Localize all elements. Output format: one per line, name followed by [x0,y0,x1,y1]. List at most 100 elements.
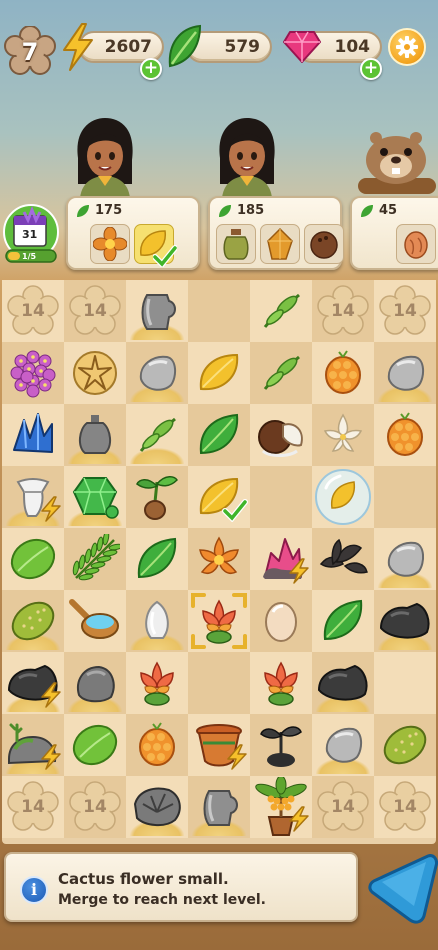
board-cell[interactable] [374,528,436,590]
event-calendar-badge[interactable]: 31 1/5 [2,204,60,264]
green-sprig-icon[interactable] [257,287,305,335]
emerald-icon[interactable] [70,472,120,522]
board-cell[interactable] [2,466,64,528]
cactus-flower-icon[interactable] [255,657,307,709]
seedling-icon[interactable] [133,472,181,522]
level-badge[interactable]: 7 [4,26,56,78]
cactus-pear-icon[interactable] [380,720,430,770]
order-item[interactable] [134,224,177,267]
starfish-fossil-icon[interactable] [70,348,120,398]
grey-boulder-icon[interactable] [71,659,119,707]
board-cell[interactable]: 14 [374,280,436,342]
orange-flower-icon[interactable] [381,411,429,459]
board-cell[interactable] [188,590,250,652]
dark-sprout-icon[interactable] [257,720,305,770]
board-cell[interactable] [250,590,312,652]
green-leaf-icon[interactable] [195,411,243,459]
locked-tile[interactable]: 14 [379,285,431,337]
board-cell[interactable] [126,528,188,590]
grey-stone-icon[interactable] [381,349,429,397]
board-cell[interactable] [188,466,250,528]
dark-rock-icon[interactable] [377,598,433,644]
order-item[interactable] [216,224,256,264]
grey-stone-icon[interactable] [133,349,181,397]
board-cell[interactable] [188,404,250,466]
board-cell[interactable] [64,528,126,590]
order-card[interactable]: 175 [66,196,200,270]
board-cell[interactable] [126,342,188,404]
board-cell[interactable]: 14 [64,280,126,342]
board-cell[interactable] [250,342,312,404]
lime-leaf-icon[interactable] [70,721,120,769]
settings-button[interactable] [388,28,426,66]
add-gems-button[interactable]: + [360,58,382,80]
board-cell[interactable] [250,528,312,590]
board-cell[interactable]: 14 [2,280,64,342]
board-cell[interactable] [126,404,188,466]
cactus-flower-icon[interactable] [131,657,183,709]
add-energy-button[interactable]: + [140,58,162,80]
order-item[interactable] [90,224,130,264]
board-cell[interactable] [374,342,436,404]
grey-stone-icon[interactable] [381,535,429,583]
board-cell[interactable] [374,590,436,652]
green-leaf-icon[interactable] [319,597,367,645]
grey-stone-icon[interactable] [319,721,367,769]
board-cell[interactable] [2,652,64,714]
board-cell[interactable] [188,714,250,776]
yellow-leaf-icon[interactable] [195,349,243,397]
dark-seaweed-icon[interactable] [315,534,371,584]
girl-customer-avatar[interactable] [72,118,138,198]
orange-flower-icon[interactable] [133,721,181,769]
board-cell[interactable] [374,714,436,776]
board-cell[interactable] [2,404,64,466]
board-cell[interactable] [312,528,374,590]
board-cell[interactable] [126,652,188,714]
marmot-customer-avatar[interactable] [356,124,438,196]
board-cell[interactable] [126,776,188,838]
beige-egg-icon[interactable] [261,598,301,644]
board-cell[interactable] [2,714,64,776]
purple-flower-icon[interactable] [7,347,59,399]
board-cell[interactable]: 14 [2,776,64,838]
order-item[interactable] [260,224,300,264]
board-cell[interactable]: 14 [64,776,126,838]
dark-rock-icon[interactable] [315,660,371,706]
board-cell[interactable] [64,404,126,466]
coconut-icon[interactable] [255,411,307,459]
board-cell[interactable]: 14 [312,776,374,838]
board-cell[interactable] [64,466,126,528]
info-icon[interactable]: i [20,876,48,904]
board-cell[interactable] [250,280,312,342]
order-card[interactable]: 45 [350,196,438,270]
pitcher-icon[interactable] [195,783,243,831]
cactus-pear-icon[interactable] [8,596,58,646]
board-cell[interactable] [188,342,250,404]
grey-shell-icon[interactable] [129,782,185,832]
board-cell[interactable] [312,652,374,714]
board-cell[interactable] [312,714,374,776]
board-cell[interactable] [188,776,250,838]
green-sprig-icon[interactable] [133,411,181,459]
cactus-flower-icon[interactable] [193,595,245,647]
board-cell[interactable] [250,652,312,714]
board-cell[interactable] [64,342,126,404]
board-cell[interactable] [312,590,374,652]
board-cell[interactable] [250,404,312,466]
board-cell[interactable] [2,528,64,590]
board-cell[interactable] [126,466,188,528]
board-cell[interactable] [64,652,126,714]
locked-tile[interactable]: 14 [7,285,59,337]
board-cell[interactable] [374,466,436,528]
board-cell[interactable]: 14 [312,280,374,342]
order-item[interactable] [304,224,344,264]
board-cell[interactable] [374,652,436,714]
board-cell[interactable] [2,590,64,652]
board-cell[interactable] [250,466,312,528]
lime-leaf-icon[interactable] [8,535,58,583]
board-cell[interactable] [126,280,188,342]
board-cell[interactable] [312,404,374,466]
green-sprig-icon[interactable] [257,349,305,397]
clay-bottle-icon[interactable] [71,411,119,459]
board-cell[interactable] [250,714,312,776]
